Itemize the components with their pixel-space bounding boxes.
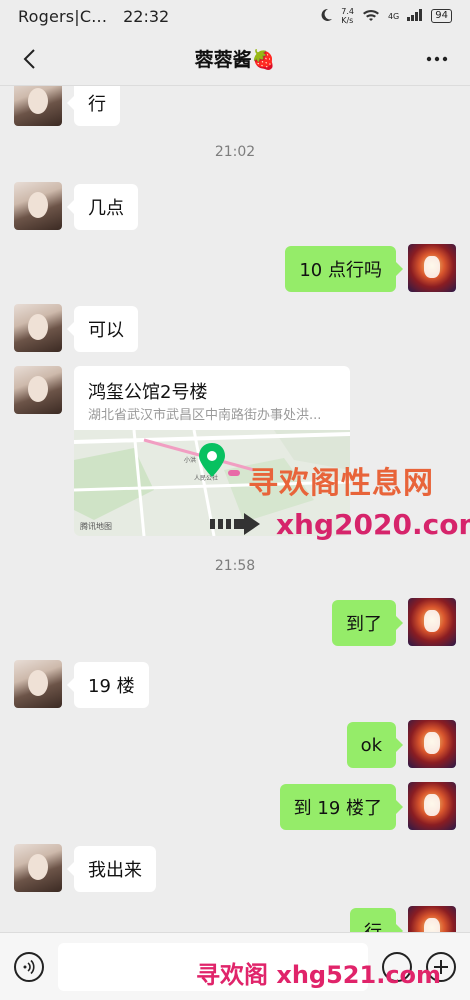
contact-avatar[interactable]: [14, 366, 62, 414]
message-bubble[interactable]: 行: [350, 908, 403, 932]
more-dots-icon: [426, 56, 448, 62]
self-avatar[interactable]: [408, 720, 456, 768]
chat-title: 蓉蓉酱🍓: [194, 49, 276, 71]
message-bubble[interactable]: 行: [67, 86, 120, 126]
network-type: 4G: [387, 11, 400, 21]
message-bubble[interactable]: 10 点行吗: [285, 246, 403, 292]
message-timestamp: 21:02: [214, 144, 256, 160]
message-bubble[interactable]: 到 19 楼了: [279, 784, 404, 830]
moon-icon: [319, 8, 333, 25]
wifi-icon: [362, 8, 380, 25]
location-name: 鸿玺公馆2号楼: [88, 382, 208, 403]
location-pin-icon: [199, 443, 225, 477]
status-bar: Rogers|C... 22:32 7.4 K/s 4G 94: [0, 0, 470, 32]
message-bubble[interactable]: 几点: [67, 184, 138, 230]
message-row: ok: [0, 720, 470, 770]
message-row: 到 19 楼了: [0, 782, 470, 832]
location-address: 湖北省武汉市武昌区中南路街办事处洪...: [88, 408, 322, 423]
message-row: 可以: [0, 304, 470, 354]
message-row: 行: [0, 906, 470, 932]
contact-avatar[interactable]: [14, 182, 62, 230]
status-icons: 7.4 K/s 4G 94: [319, 7, 452, 25]
self-avatar[interactable]: [408, 244, 456, 292]
message-bubble[interactable]: 19 楼: [67, 662, 149, 708]
message-bubble[interactable]: 可以: [67, 306, 138, 352]
self-avatar[interactable]: [408, 906, 456, 932]
carrier-name: Rogers|C...: [18, 6, 108, 26]
watermark-arrow-icon: [210, 513, 260, 535]
battery-level: 94: [431, 9, 452, 23]
contact-avatar[interactable]: [14, 86, 62, 126]
message-row: 我出来: [0, 844, 470, 894]
more-options-button[interactable]: [422, 44, 452, 74]
message-timestamp: 21:58: [214, 558, 256, 574]
contact-avatar[interactable]: [14, 304, 62, 352]
voice-input-button[interactable]: [14, 952, 44, 982]
chevron-left-icon: [23, 49, 35, 69]
svg-text:小洪: 小洪: [184, 456, 196, 464]
message-row: 10 点行吗: [0, 244, 470, 294]
voice-icon: [23, 959, 35, 975]
contact-avatar[interactable]: [14, 660, 62, 708]
watermark-footer: 寻欢阁 xhg521.com: [196, 961, 442, 989]
clock: 22:32: [123, 6, 170, 26]
message-row: 几点: [0, 182, 470, 232]
map-provider-logo: 腾讯地图: [80, 522, 112, 531]
watermark-url: xhg2020.com: [276, 508, 470, 541]
signal-icon: [407, 8, 423, 24]
self-avatar[interactable]: [408, 598, 456, 646]
message-bubble[interactable]: 到了: [332, 600, 403, 646]
back-button[interactable]: [14, 44, 44, 74]
self-avatar[interactable]: [408, 782, 456, 830]
message-bubble[interactable]: 我出来: [67, 846, 156, 892]
watermark-text: 寻欢阁性息网: [248, 466, 434, 501]
chat-header: 蓉蓉酱🍓: [0, 32, 470, 86]
network-speed: 7.4 K/s: [341, 7, 354, 25]
contact-avatar[interactable]: [14, 844, 62, 892]
message-row: 行: [0, 86, 470, 128]
message-row: 19 楼: [0, 660, 470, 710]
message-row: 到了: [0, 598, 470, 648]
message-bubble[interactable]: ok: [346, 722, 404, 768]
